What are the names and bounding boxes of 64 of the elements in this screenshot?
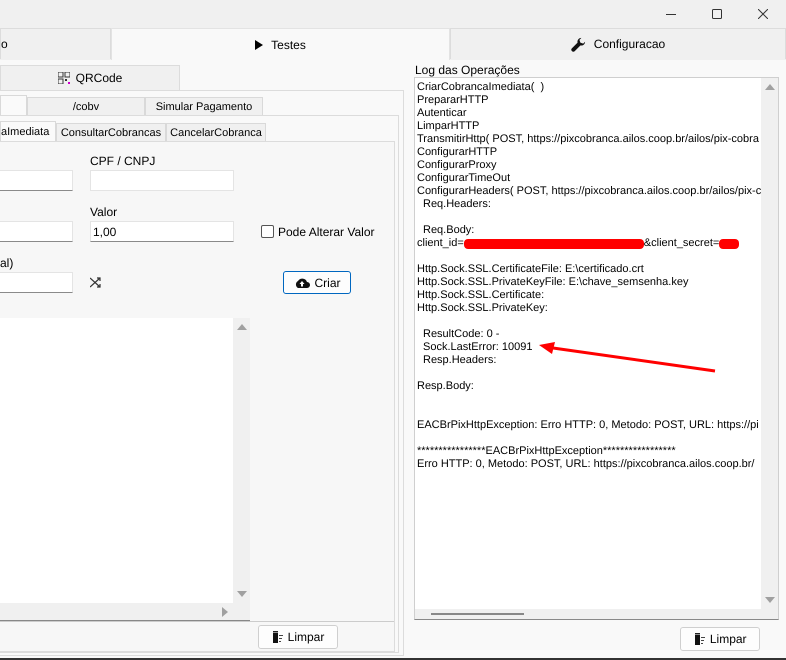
input-field[interactable] [0, 221, 73, 242]
scroll-up-icon[interactable] [236, 324, 246, 330]
limpar-button[interactable]: Limpar [680, 627, 760, 651]
log-line: EACBrPixHttpException: Erro HTTP: 0, Metodo: POST, URL: https://pi [417, 419, 759, 432]
action-tab[interactable]: CancelarCobranca [166, 123, 266, 141]
field-label: Valor [90, 204, 118, 221]
scroll-down-icon[interactable] [236, 591, 246, 597]
main-tab[interactable]: o [0, 28, 111, 59]
log-line: TransmitirHttp( POST, https://pixcobranca.ailos.coop.br/ailos/pix-cobra [417, 133, 759, 146]
sub-tab[interactable]: /cobv [27, 97, 145, 115]
log-line: Http.Sock.SSL.PrivateKeyFile: E:\chave_semsenha.key [417, 276, 688, 289]
log-line: ConfigurarProxy [417, 159, 496, 172]
maximize-icon [712, 9, 722, 19]
field-label: al) [0, 255, 14, 272]
checkbox-box[interactable] [261, 225, 274, 238]
log-text-area[interactable] [415, 78, 762, 609]
log-line: &client_secret= [644, 237, 720, 250]
log-line: Resp.Body: [417, 380, 474, 393]
main-tab[interactable]: Configuracao [450, 28, 786, 59]
shuffle-icon[interactable] [90, 277, 101, 288]
wrench-icon [570, 36, 586, 52]
log-line: Http.Sock.SSL.PrivateKey: [417, 302, 548, 315]
pode-alterar-valor-checkbox[interactable]: Pode Alterar Valor [261, 224, 374, 238]
qr-code-icon [58, 72, 70, 84]
log-line: CriarCobrancaImediata( ) [417, 81, 544, 94]
action-tab[interactable]: aImediata [0, 121, 56, 141]
log-line: client_id= [417, 237, 464, 250]
sub-tab[interactable]: Simular Pagamento [145, 97, 263, 115]
close-icon [758, 9, 768, 19]
log-line: ResultCode: 0 - [423, 328, 500, 341]
scroll-up-icon[interactable] [764, 84, 775, 90]
scroll-down-icon[interactable] [764, 597, 775, 603]
limpar-button[interactable]: Limpar [258, 625, 338, 649]
sub-tab[interactable] [0, 95, 27, 115]
log-line: ****************EACBrPixHttpException***************** [417, 445, 676, 458]
action-tab[interactable]: ConsultarCobrancas [56, 123, 166, 141]
log-line: ConfigurarHeaders( POST, https://pixcobranca.ailos.coop.br/ailos/pix-c [417, 185, 762, 198]
log-line: Sock.LastError: 10091 [423, 341, 532, 354]
scroll-right-icon[interactable] [222, 606, 228, 616]
input-field[interactable] [0, 272, 73, 293]
log-line: Autenticar [417, 107, 467, 120]
field-label: CPF / CNPJ [90, 153, 156, 170]
redaction-scribble [719, 238, 740, 248]
log-line: Http.Sock.SSL.Certificate: [417, 289, 544, 302]
valor-field[interactable]: 1,00 [90, 221, 234, 242]
log-line: ConfigurarHTTP [417, 146, 498, 159]
log-line: Erro HTTP: 0, Metodo: POST, URL: https://pixcobranca.ailos.coop.br/ [417, 458, 754, 471]
log-title: Log das Operações [414, 63, 521, 77]
log-line: Req.Headers: [423, 198, 491, 211]
cpf-cnpj-field[interactable] [90, 170, 234, 191]
criar-button[interactable]: Criar [283, 271, 351, 294]
qrcode-tab[interactable]: QRCode [0, 65, 180, 90]
log-line: PrepararHTTP [417, 94, 489, 107]
log-line: Http.Sock.SSL.CertificateFile: E:\certificado.crt [417, 263, 644, 276]
cloud-upload-icon [294, 277, 310, 288]
input-field[interactable] [0, 170, 73, 191]
main-tab[interactable]: Testes [111, 28, 450, 61]
log-line: LimparHTTP [417, 120, 480, 133]
trash-icon [694, 633, 705, 645]
trash-icon [272, 631, 283, 643]
log-line: Resp.Headers: [423, 354, 496, 367]
log-line: Req.Body: [423, 224, 474, 237]
log-line: ConfigurarTimeOut [417, 172, 510, 185]
play-icon [255, 40, 264, 50]
